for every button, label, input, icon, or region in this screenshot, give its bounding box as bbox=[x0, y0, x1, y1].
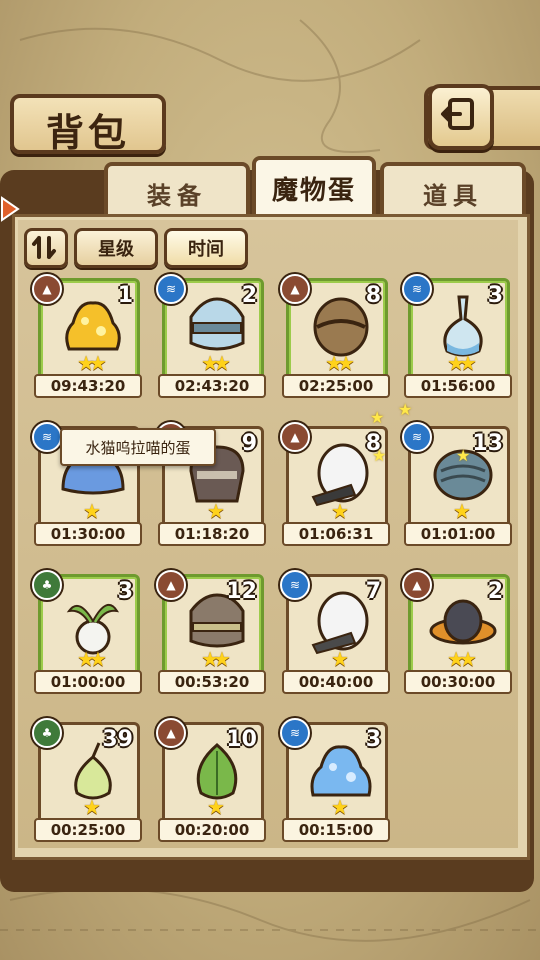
egg-star-rating: ★ bbox=[453, 499, 471, 523]
egg-tooltip-text: 水猫呜拉喵的蛋 bbox=[85, 439, 191, 457]
egg-hatch-timer: 00:20:00 bbox=[158, 818, 266, 842]
egg-star-rating: ★★ bbox=[325, 351, 355, 375]
egg-hatch-timer: 09:43:20 bbox=[34, 374, 142, 398]
egg-hatch-timer: 01:18:20 bbox=[158, 522, 266, 546]
egg-count: 2 bbox=[487, 579, 503, 604]
egg-card[interactable]: ★★ 2 ≋ 02:43:20 bbox=[156, 274, 266, 398]
egg-star-rating: ★ bbox=[83, 795, 101, 819]
egg-hatch-timer: 01:00:00 bbox=[34, 670, 142, 694]
egg-card[interactable]: ★ 8 ▲ 01:06:31 bbox=[280, 422, 390, 546]
title-plate: 背包 bbox=[10, 94, 166, 155]
page-title: 背包 bbox=[45, 111, 130, 155]
egg-count: 2 bbox=[241, 283, 257, 308]
egg-hatch-timer: 01:06:31 bbox=[282, 522, 390, 546]
sort-by-time-label: 时间 bbox=[188, 239, 224, 260]
sparkle-icon: ★ bbox=[456, 446, 471, 465]
sparkle-icon: ★ bbox=[372, 446, 387, 465]
water-element-icon: ≋ bbox=[280, 718, 310, 748]
sort-toggle-icon bbox=[32, 236, 56, 259]
egg-count: 10 bbox=[226, 727, 257, 752]
earth-element-icon: ▲ bbox=[156, 570, 186, 600]
tab-monster-eggs-label: 魔物蛋 bbox=[271, 176, 356, 206]
egg-hatch-timer: 00:15:00 bbox=[282, 818, 390, 842]
egg-count: 3 bbox=[487, 283, 503, 308]
earth-element-icon: ▲ bbox=[32, 274, 62, 304]
egg-card[interactable]: ★★ 3 ♣ 01:00:00 bbox=[32, 570, 142, 694]
egg-star-rating: ★ bbox=[331, 647, 349, 671]
tab-items-label: 道具 bbox=[423, 182, 483, 210]
egg-count: 12 bbox=[226, 579, 257, 604]
earth-element-icon: ▲ bbox=[156, 718, 186, 748]
sparkle-icon: ★ bbox=[398, 400, 413, 419]
egg-card[interactable]: ★★ 8 ▲ 02:25:00 bbox=[280, 274, 390, 398]
egg-hatch-timer: 00:30:00 bbox=[404, 670, 512, 694]
earth-element-icon: ▲ bbox=[402, 570, 432, 600]
nature-element-icon: ♣ bbox=[32, 718, 62, 748]
tab-monster-eggs[interactable]: 魔物蛋 bbox=[252, 156, 376, 216]
sparkle-icon: ★ bbox=[370, 408, 385, 427]
egg-card[interactable]: ★ 39 ♣ 00:25:00 bbox=[32, 718, 142, 842]
tab-equipment-label: 装备 bbox=[147, 182, 207, 210]
egg-star-rating: ★ bbox=[83, 499, 101, 523]
egg-star-rating: ★★ bbox=[447, 647, 477, 671]
egg-star-rating: ★ bbox=[207, 499, 225, 523]
egg-hatch-timer: 00:25:00 bbox=[34, 818, 142, 842]
egg-count: 8 bbox=[365, 283, 381, 308]
egg-card[interactable]: ★★ 1 ▲ 09:43:20 bbox=[32, 274, 142, 398]
egg-hatch-timer: 02:25:00 bbox=[282, 374, 390, 398]
egg-count: 7 bbox=[365, 579, 381, 604]
back-button[interactable] bbox=[428, 84, 494, 150]
earth-element-icon: ▲ bbox=[280, 274, 310, 304]
egg-card[interactable]: ★ 13 ≋ 01:01:00 bbox=[402, 422, 512, 546]
egg-count: 1 bbox=[117, 283, 133, 308]
return-arrow-icon bbox=[441, 98, 474, 130]
egg-card[interactable]: ★ 10 ▲ 00:20:00 bbox=[156, 718, 266, 842]
sort-toggle-button[interactable] bbox=[24, 228, 68, 268]
tab-items[interactable]: 道具 bbox=[380, 162, 526, 214]
egg-count: 3 bbox=[365, 727, 381, 752]
egg-card[interactable]: ★★ 2 ▲ 00:30:00 bbox=[402, 570, 512, 694]
egg-tooltip: 水猫呜拉喵的蛋 bbox=[60, 428, 216, 466]
egg-hatch-timer: 01:01:00 bbox=[404, 522, 512, 546]
egg-hatch-timer: 01:56:00 bbox=[404, 374, 512, 398]
egg-star-rating: ★★ bbox=[77, 647, 107, 671]
egg-star-rating: ★★ bbox=[201, 351, 231, 375]
water-element-icon: ≋ bbox=[32, 422, 62, 452]
egg-card[interactable]: ★ 3 ≋ 00:15:00 bbox=[280, 718, 390, 842]
earth-element-icon: ▲ bbox=[280, 422, 310, 452]
nature-element-icon: ♣ bbox=[32, 570, 62, 600]
water-element-icon: ≋ bbox=[402, 274, 432, 304]
egg-star-rating: ★★ bbox=[201, 647, 231, 671]
egg-count: 13 bbox=[472, 431, 503, 456]
water-element-icon: ≋ bbox=[156, 274, 186, 304]
egg-star-rating: ★ bbox=[207, 795, 225, 819]
egg-card[interactable]: ★★ 12 ▲ 00:53:20 bbox=[156, 570, 266, 694]
egg-star-rating: ★ bbox=[331, 499, 349, 523]
egg-hatch-timer: 00:40:00 bbox=[282, 670, 390, 694]
egg-count: 9 bbox=[241, 431, 257, 456]
egg-count: 39 bbox=[102, 727, 133, 752]
egg-card[interactable]: ★★ 3 ≋ 01:56:00 bbox=[402, 274, 512, 398]
egg-hatch-timer: 02:43:20 bbox=[158, 374, 266, 398]
sort-by-star-label: 星级 bbox=[98, 239, 134, 260]
water-element-icon: ≋ bbox=[280, 570, 310, 600]
egg-star-rating: ★★ bbox=[77, 351, 107, 375]
tab-equipment[interactable]: 装备 bbox=[104, 162, 250, 214]
egg-star-rating: ★★ bbox=[447, 351, 477, 375]
egg-hatch-timer: 01:30:00 bbox=[34, 522, 142, 546]
egg-hatch-timer: 00:53:20 bbox=[158, 670, 266, 694]
water-element-icon: ≋ bbox=[402, 422, 432, 452]
egg-card[interactable]: ★ 7 ≋ 00:40:00 bbox=[280, 570, 390, 694]
egg-count: 3 bbox=[117, 579, 133, 604]
sort-by-star-button[interactable]: 星级 bbox=[74, 228, 158, 268]
egg-star-rating: ★ bbox=[331, 795, 349, 819]
sort-by-time-button[interactable]: 时间 bbox=[164, 228, 248, 268]
